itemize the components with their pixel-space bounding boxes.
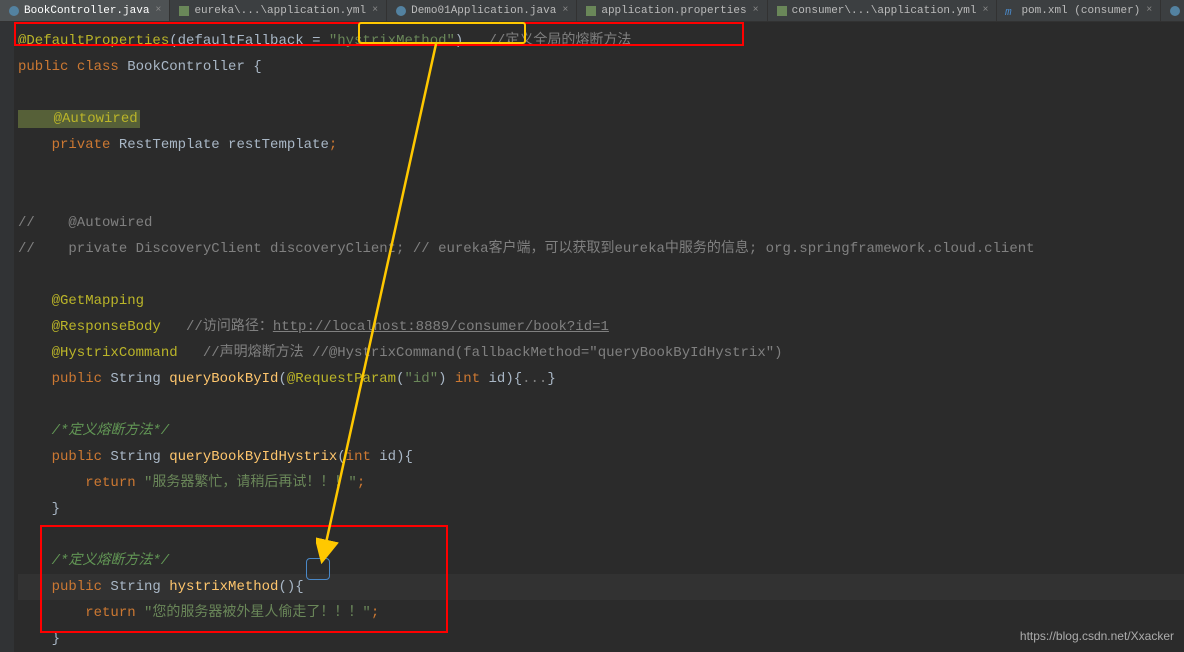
code-line: @DefaultProperties(defaultFallback = "hy… bbox=[18, 28, 1184, 54]
java-icon bbox=[1169, 5, 1181, 17]
code-line: /*定义熔断方法*/ bbox=[18, 418, 1184, 444]
code-line: @ResponseBody //访问路径：http://localhost:88… bbox=[18, 314, 1184, 340]
close-icon[interactable]: × bbox=[155, 5, 161, 16]
tab-label: eureka\...\application.yml bbox=[194, 5, 366, 17]
tab-consumer-yml[interactable]: consumer\...\application.yml × bbox=[768, 0, 998, 21]
tab-label: application.properties bbox=[601, 5, 746, 17]
close-icon[interactable]: × bbox=[372, 5, 378, 16]
code-line: // private DiscoveryClient discoveryClie… bbox=[18, 236, 1184, 262]
yml-icon bbox=[178, 5, 190, 17]
code-line: return "服务器繁忙，请稍后再试！！！"; bbox=[18, 470, 1184, 496]
tab-app-properties[interactable]: application.properties × bbox=[577, 0, 767, 21]
close-icon[interactable]: × bbox=[753, 5, 759, 16]
code-line bbox=[18, 158, 1184, 184]
tab-label: Demo01Application.java bbox=[411, 5, 556, 17]
java-icon bbox=[395, 5, 407, 17]
java-icon bbox=[8, 5, 20, 17]
tab-label: pom.xml (consumer) bbox=[1021, 5, 1140, 17]
code-line: public String hystrixMethod(){ bbox=[18, 574, 1184, 600]
code-line: } bbox=[18, 496, 1184, 522]
yml-icon bbox=[776, 5, 788, 17]
tab-pom[interactable]: m pom.xml (consumer) × bbox=[997, 0, 1161, 21]
code-line: private RestTemplate restTemplate; bbox=[18, 132, 1184, 158]
tab-label: BookController.java bbox=[24, 5, 149, 17]
tab-demo01[interactable]: Demo01Application.java × bbox=[387, 0, 577, 21]
code-line: public class BookController { bbox=[18, 54, 1184, 80]
close-icon[interactable]: × bbox=[1146, 5, 1152, 16]
code-line: @GetMapping bbox=[18, 288, 1184, 314]
close-icon[interactable]: × bbox=[982, 5, 988, 16]
editor-tabs: BookController.java × eureka\...\applica… bbox=[0, 0, 1184, 22]
svg-text:m: m bbox=[1005, 7, 1012, 17]
code-line: /*定义熔断方法*/ bbox=[18, 548, 1184, 574]
maven-icon: m bbox=[1005, 5, 1017, 17]
code-line bbox=[18, 522, 1184, 548]
code-line bbox=[18, 184, 1184, 210]
tab-eureka-yml[interactable]: eureka\...\application.yml × bbox=[170, 0, 387, 21]
gutter bbox=[0, 22, 14, 652]
tab-eureka-app[interactable]: EurekaApp bbox=[1161, 0, 1184, 21]
code-line: // @Autowired bbox=[18, 210, 1184, 236]
tab-label: consumer\...\application.yml bbox=[792, 5, 977, 17]
code-line: } bbox=[18, 626, 1184, 652]
close-icon[interactable]: × bbox=[562, 5, 568, 16]
code-line: @Autowired bbox=[18, 106, 1184, 132]
code-editor[interactable]: @DefaultProperties(defaultFallback = "hy… bbox=[0, 22, 1184, 652]
code-line bbox=[18, 392, 1184, 418]
tab-bookcontroller[interactable]: BookController.java × bbox=[0, 0, 170, 21]
code-line bbox=[18, 80, 1184, 106]
code-line: public String queryBookByIdHystrix(int i… bbox=[18, 444, 1184, 470]
code-line bbox=[18, 262, 1184, 288]
watermark: https://blog.csdn.net/Xxacker bbox=[1020, 629, 1174, 643]
code-line: @HystrixCommand //声明熔断方法 //@HystrixComma… bbox=[18, 340, 1184, 366]
props-icon bbox=[585, 5, 597, 17]
code-line: return "您的服务器被外星人偷走了！！！"; bbox=[18, 600, 1184, 626]
code-line: public String queryBookById(@RequestPara… bbox=[18, 366, 1184, 392]
